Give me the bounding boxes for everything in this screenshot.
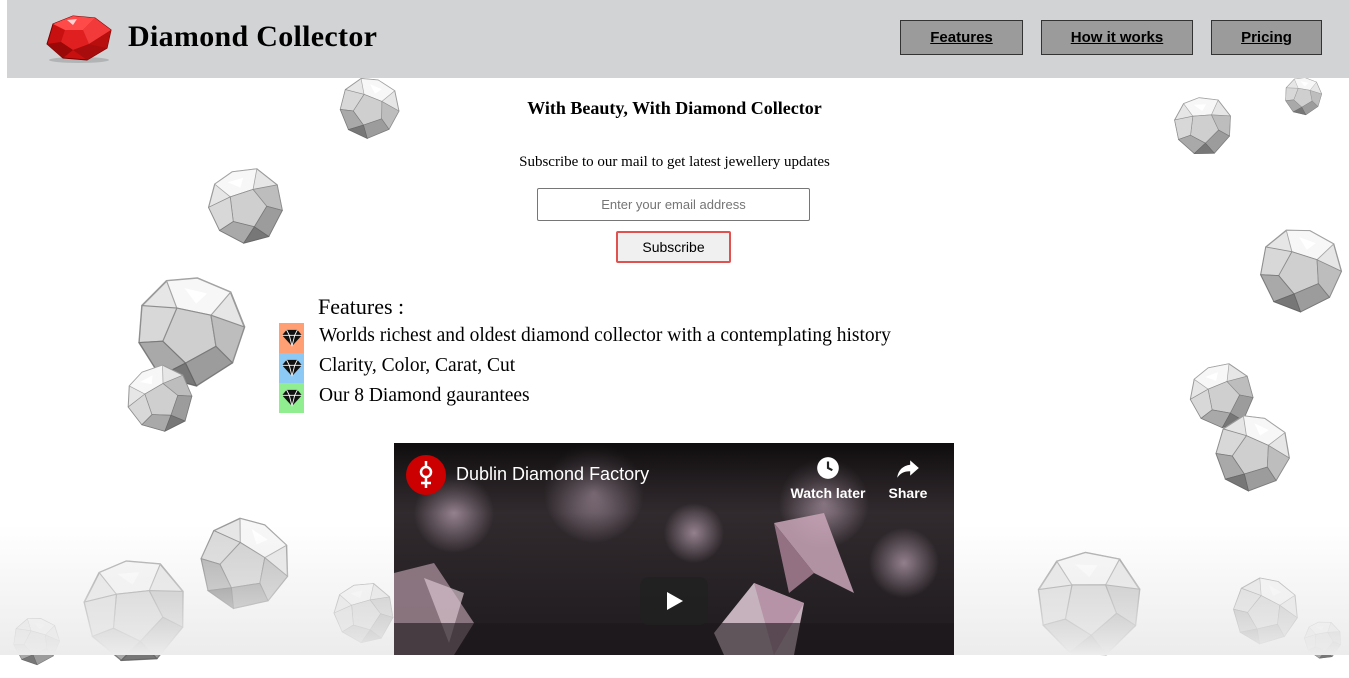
site-header: Diamond Collector Features How it works … bbox=[7, 0, 1349, 78]
nav-how-it-works-button[interactable]: How it works bbox=[1041, 20, 1193, 55]
share-button[interactable]: Share bbox=[882, 455, 934, 501]
diamond-icon bbox=[279, 353, 304, 383]
subscribe-description: Subscribe to our mail to get latest jewe… bbox=[519, 154, 830, 170]
clock-icon bbox=[817, 457, 839, 479]
ruby-logo-icon[interactable] bbox=[43, 14, 115, 64]
background-diamond bbox=[1245, 211, 1349, 329]
video-title[interactable]: Dublin Diamond Factory bbox=[456, 464, 649, 485]
diamond-icon bbox=[279, 323, 304, 353]
background-diamond bbox=[124, 265, 255, 398]
brand-title[interactable]: Diamond Collector bbox=[128, 20, 377, 54]
play-icon bbox=[640, 577, 708, 625]
feature-text: Clarity, Color, Carat, Cut bbox=[319, 355, 516, 376]
video-embed[interactable]: Dublin Diamond Factory Watch later Share bbox=[394, 443, 954, 655]
features-heading: Features : bbox=[318, 294, 405, 319]
channel-avatar-icon[interactable] bbox=[406, 455, 446, 495]
play-button[interactable] bbox=[640, 577, 708, 625]
share-icon bbox=[897, 460, 919, 478]
diamond-icon bbox=[279, 383, 304, 413]
background-diamond bbox=[1175, 347, 1269, 445]
watch-later-label: Watch later bbox=[790, 485, 866, 501]
subscribe-button[interactable]: Subscribe bbox=[616, 231, 731, 263]
feature-text: Our 8 Diamond gaurantees bbox=[319, 385, 530, 406]
background-diamond bbox=[109, 349, 211, 450]
share-label: Share bbox=[888, 485, 928, 501]
tagline: With Beauty, With Diamond Collector bbox=[527, 98, 822, 118]
nav-pricing-button[interactable]: Pricing bbox=[1211, 20, 1322, 55]
nav-features-button[interactable]: Features bbox=[900, 20, 1023, 55]
email-input[interactable] bbox=[537, 188, 810, 221]
feature-text: Worlds richest and oldest diamond collec… bbox=[319, 325, 891, 346]
background-diamond bbox=[1199, 397, 1305, 509]
watch-later-button[interactable]: Watch later bbox=[790, 455, 866, 501]
